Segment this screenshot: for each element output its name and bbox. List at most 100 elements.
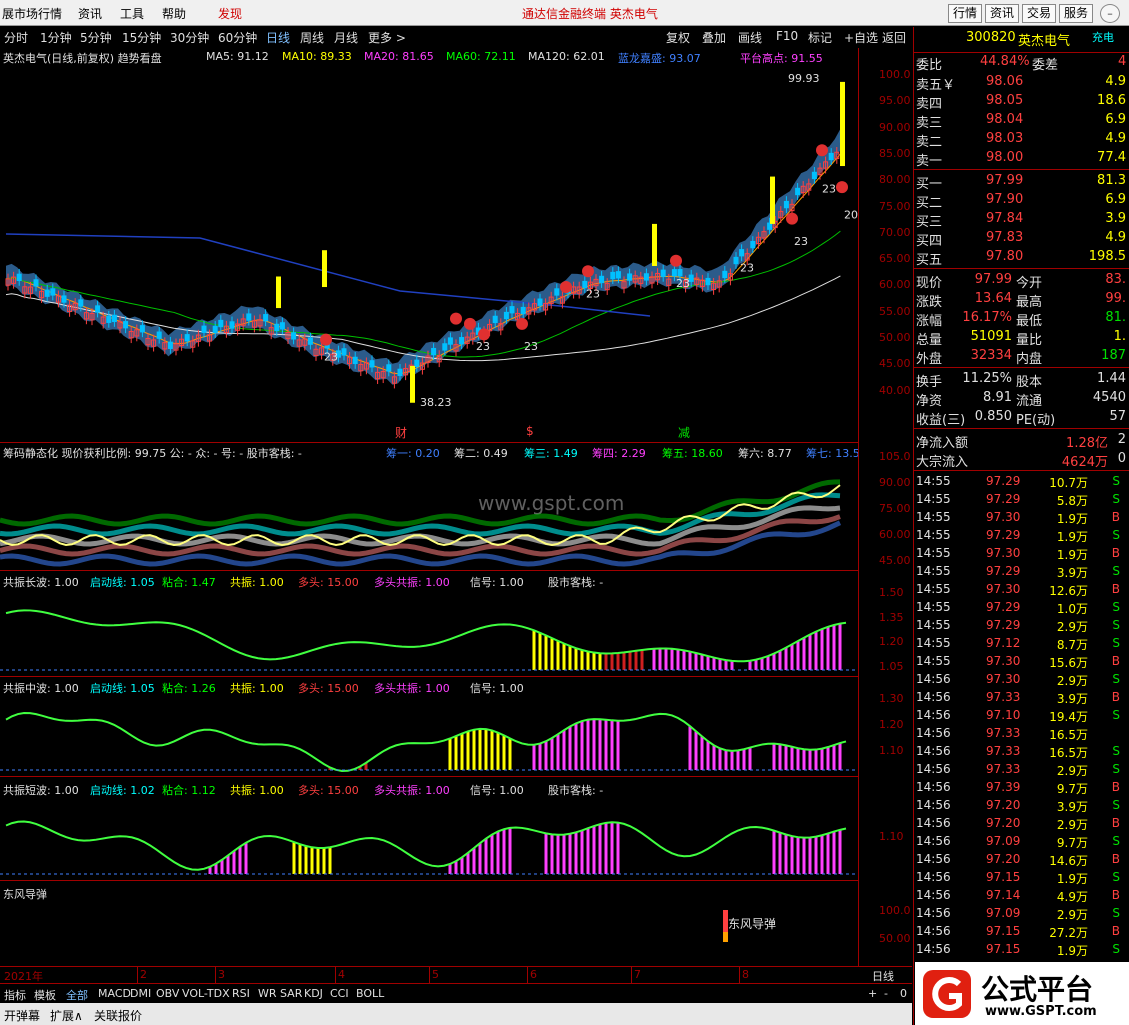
zoom-out-icon[interactable]: 0 (900, 987, 907, 1000)
tick-volume: 9.7万 (1056, 782, 1088, 796)
period-tab[interactable]: 5分钟 (80, 29, 112, 46)
indicator-tab[interactable]: 模板 (34, 987, 56, 1003)
toolbar-overlay[interactable]: 叠加 (702, 29, 726, 46)
service-button[interactable]: 服务 (1059, 4, 1093, 23)
period-tab-active[interactable]: 日线 (266, 29, 290, 46)
chip-chart-title: 筹码静态化 现价获利比例: 99.75 公: - 众: - 号: - 股市客栈:… (3, 447, 302, 460)
tick-row: 14:56 97.33 16.5万 (914, 725, 1129, 743)
y-tick-label: 80.00 (879, 173, 911, 187)
period-tab[interactable]: 15分钟 (122, 29, 161, 46)
period-tab[interactable]: 周线 (300, 29, 324, 46)
dongfeng-chart[interactable] (0, 880, 858, 966)
count-marker: 23 (586, 288, 600, 301)
main-candlestick-chart[interactable]: 23 23 23 23 23 23 23 23 20 (0, 66, 858, 442)
menu-help[interactable]: 帮助 (162, 5, 186, 22)
indicator-tab[interactable]: KDJ (304, 987, 323, 1000)
tick-price: 97.10 (986, 708, 1021, 722)
tick-row: 14:56 97.15 1.9万 S (914, 941, 1129, 959)
candle-body (341, 348, 347, 356)
candle-body (509, 306, 515, 314)
period-tab[interactable]: 1分钟 (40, 29, 72, 46)
buy-row[interactable]: 买二 97.90 6.9 (914, 191, 1129, 211)
buy-row[interactable]: 买一 97.99 81.3 (914, 172, 1129, 192)
zoom-reset-icon[interactable]: - (884, 987, 888, 1000)
menu-market[interactable]: 展市场行情 (2, 5, 62, 22)
stat-label: 收益(三) (916, 413, 966, 428)
stat-label: 现价 (916, 276, 943, 291)
red-ball-marker (816, 144, 828, 157)
event-marker-jian[interactable]: 减 (678, 424, 690, 441)
red-ball-marker (670, 254, 682, 267)
long-wave-chart[interactable] (0, 588, 858, 676)
tick-time: 14:56 (916, 762, 951, 776)
y-tick-label: 100.0 (879, 68, 911, 81)
sell-row[interactable]: 卖三 98.04 6.9 (914, 111, 1129, 131)
info-button[interactable]: 资讯 (985, 4, 1019, 23)
weicha-value: 4 (1118, 54, 1127, 69)
buy-row[interactable]: 买三 97.84 3.9 (914, 210, 1129, 230)
period-tab[interactable]: 月线 (334, 29, 358, 46)
month-label: 7 (634, 968, 641, 981)
tick-direction: S (1112, 834, 1120, 848)
tick-row: 14:56 97.20 2.9万 B (914, 815, 1129, 833)
event-marker-dollar[interactable]: $ (526, 424, 534, 438)
stat-label: 总量 (916, 333, 943, 348)
mid-wave-chart[interactable] (0, 694, 858, 776)
y-tick-label: 90.00 (879, 120, 911, 134)
danmaku-toggle[interactable]: 开弹幕 (4, 1007, 40, 1024)
indicator-tab[interactable]: DMI (130, 987, 151, 1000)
buy-volume: 4.9 (1105, 230, 1126, 245)
related-quote-tab[interactable]: 关联报价 (94, 1007, 142, 1024)
indicator-tab[interactable]: VOL-TDX (182, 987, 230, 1000)
flow-row: 净流入额 1.28亿 2 (914, 431, 1129, 451)
tick-volume: 19.4万 (1049, 710, 1088, 724)
indicator-tab[interactable]: OBV (156, 987, 179, 1000)
wave-line (5, 609, 847, 663)
sell-row[interactable]: 卖一 98.00 77.4 (914, 149, 1129, 169)
buy-row[interactable]: 买四 97.83 4.9 (914, 229, 1129, 249)
stat-value: 16.17% (962, 310, 1012, 325)
menu-news[interactable]: 资讯 (78, 5, 102, 22)
toolbar-fuquan[interactable]: 复权 (666, 29, 690, 46)
quote-button[interactable]: 行情 (948, 4, 982, 23)
sell-row[interactable]: 卖五￥ 98.06 4.9 (914, 73, 1129, 93)
indicator-tab[interactable]: BOLL (356, 987, 384, 1000)
trade-button[interactable]: 交易 (1022, 4, 1056, 23)
menu-tools[interactable]: 工具 (120, 5, 144, 22)
zoom-in-icon[interactable]: + (868, 987, 877, 1000)
buy-row[interactable]: 买五 97.80 198.5 (914, 248, 1129, 268)
period-tab[interactable]: 分时 (4, 29, 28, 46)
sell-row[interactable]: 卖二 98.03 4.9 (914, 130, 1129, 150)
period-tab[interactable]: 60分钟 (218, 29, 257, 46)
expand-toggle[interactable]: 扩展∧ (50, 1007, 83, 1024)
menu-discover[interactable]: 发现 (218, 5, 242, 22)
main-y-axis: 100.0 95.00 90.00 85.00 80.00 75.00 70.00 65.00… (858, 48, 913, 442)
tick-row: 14:55 97.29 5.8万 S (914, 491, 1129, 509)
indicator-tab[interactable]: CCI (330, 987, 349, 1000)
event-marker-cai[interactable]: 财 (395, 424, 407, 441)
period-tab[interactable]: 30分钟 (170, 29, 209, 46)
tick-volume: 16.5万 (1049, 746, 1088, 760)
indicator-tab[interactable]: SAR (280, 987, 302, 1000)
chip-distribution-chart[interactable] (0, 460, 858, 570)
toolbar-add-watch[interactable]: +自选 (844, 29, 878, 46)
toolbar-f10[interactable]: F10 (776, 29, 798, 43)
indicator-tab[interactable]: RSI (232, 987, 250, 1000)
indicator-tab-active[interactable]: 全部 (66, 987, 88, 1003)
indicator-tab[interactable]: MACD (98, 987, 131, 1000)
sell-row[interactable]: 卖四 98.05 18.6 (914, 92, 1129, 112)
red-ball-marker (478, 328, 490, 341)
charge-badge[interactable]: 充电 (1092, 29, 1114, 45)
indicator-tab[interactable]: WR (258, 987, 277, 1000)
period-more[interactable]: 更多 > (368, 29, 406, 46)
chip-legend-2: 筹二: 0.49 (454, 447, 508, 460)
window-title: 通达信金融终端 英杰电气 (522, 7, 658, 21)
minimize-icon[interactable]: – (1100, 4, 1120, 23)
toolbar-draw[interactable]: 画线 (738, 29, 762, 46)
indicator-tab[interactable]: 指标 (4, 987, 26, 1003)
ma60-label: MA60: 72.11 (446, 50, 516, 63)
candle-body (750, 240, 756, 249)
toolbar-mark[interactable]: 标记 (808, 29, 832, 46)
toolbar-back[interactable]: 返回 (882, 29, 906, 46)
short-wave-chart[interactable] (0, 796, 858, 880)
